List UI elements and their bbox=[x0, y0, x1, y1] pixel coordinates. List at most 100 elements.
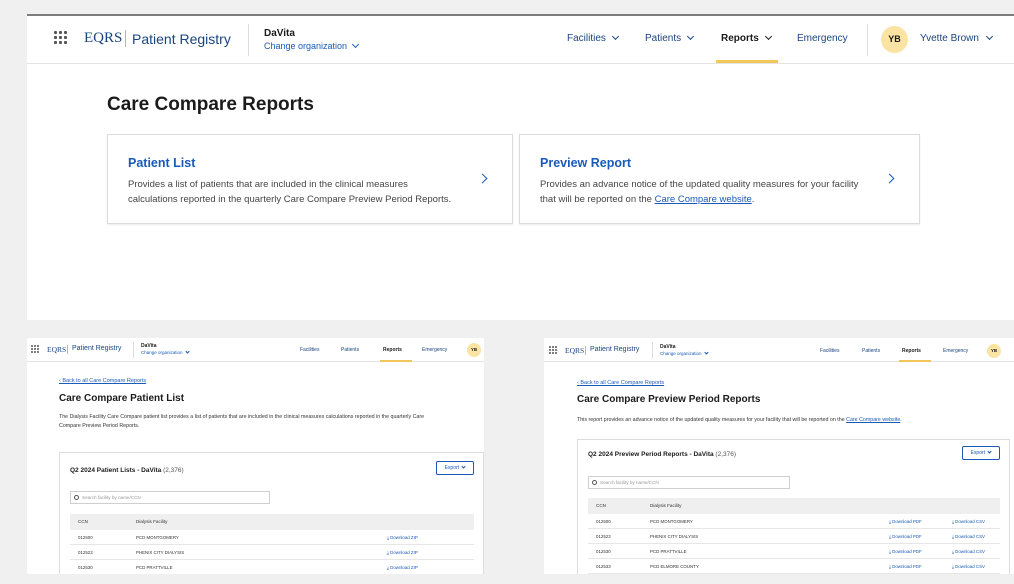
avatar[interactable]: YB bbox=[881, 26, 908, 53]
change-organization-label: Change organization bbox=[264, 41, 348, 51]
nav-reports[interactable]: Reports bbox=[902, 348, 921, 354]
download-csv-link[interactable]: ⤓ Download CSV bbox=[952, 549, 985, 554]
chevron-down-icon bbox=[764, 32, 772, 41]
nav-patients[interactable]: Patients bbox=[645, 32, 694, 44]
download-zip-link[interactable]: ⤓ Download ZIP bbox=[387, 565, 418, 570]
page-title: Care Compare Reports bbox=[107, 94, 314, 115]
eqrs-logo[interactable]: EQRS bbox=[47, 345, 66, 354]
page-description-text: This report provides an advance notice o… bbox=[577, 417, 847, 423]
app-header: EQRS Patient Registry DaVita Change orga… bbox=[27, 338, 484, 362]
patient-list-card[interactable]: Patient List Provides a list of patients… bbox=[107, 134, 513, 224]
change-organization-link[interactable]: Change organization bbox=[264, 40, 359, 51]
app-grid-icon[interactable] bbox=[31, 345, 39, 353]
search-input[interactable]: Search facility by name/CCN bbox=[70, 491, 270, 504]
patient-list-card-description: Provides a list of patients that are inc… bbox=[128, 177, 451, 207]
preview-report-card[interactable]: Preview Report Provides an advance notic… bbox=[519, 134, 920, 224]
app-grid-icon[interactable] bbox=[54, 31, 67, 44]
download-zip-link[interactable]: ⤓ Download ZIP bbox=[387, 550, 418, 555]
row-ccn: 012523 bbox=[596, 534, 611, 539]
nav-patients[interactable]: Patients bbox=[341, 347, 359, 353]
product-name: Patient Registry bbox=[590, 346, 640, 353]
eqrs-logo[interactable]: EQRS bbox=[84, 30, 122, 47]
download-csv-link[interactable]: ⤓ Download CSV bbox=[952, 564, 985, 569]
org-name: DaVita bbox=[264, 28, 295, 39]
table-row: 012523 PHENIX CITY DIALYSIS ⤓ Download P… bbox=[588, 529, 1000, 544]
chevron-down-icon bbox=[985, 32, 993, 41]
brand-divider bbox=[125, 30, 126, 47]
care-compare-website-link[interactable]: Care Compare website bbox=[655, 194, 752, 205]
export-label: Export bbox=[444, 465, 460, 471]
header-divider bbox=[133, 342, 134, 358]
chevron-down-icon bbox=[185, 349, 190, 354]
preview-report-card-description: Provides an advance notice of the update… bbox=[540, 177, 858, 207]
panel-title-text: Q2 2024 Patient Lists - DaVita bbox=[70, 467, 162, 474]
table-header: CCN Dialysis Facility bbox=[70, 514, 474, 530]
back-to-reports-link[interactable]: ‹ Back to all Care Compare Reports bbox=[577, 380, 664, 386]
column-header-ccn[interactable]: CCN bbox=[596, 503, 606, 508]
card-desc-text: that will be reported on the bbox=[540, 194, 655, 205]
nav-facilities[interactable]: Facilities bbox=[300, 347, 319, 353]
nav-reports[interactable]: Reports bbox=[721, 32, 772, 44]
row-facility: PCD PRATTVILLE bbox=[650, 549, 687, 554]
preview-report-screenshot: EQRS Patient Registry DaVita Change orga… bbox=[544, 338, 1014, 574]
row-ccn: 012500 bbox=[596, 519, 611, 524]
main-screenshot: EQRS Patient Registry DaVita Change orga… bbox=[27, 14, 1014, 320]
chevron-right-icon bbox=[884, 173, 895, 184]
patient-list-card-title: Patient List bbox=[128, 156, 196, 170]
back-to-reports-label: Back to all Care Compare Reports bbox=[62, 378, 147, 384]
nav-reports[interactable]: Reports bbox=[383, 347, 402, 353]
download-csv-link[interactable]: ⤓ Download CSV bbox=[952, 519, 985, 524]
nav-emergency[interactable]: Emergency bbox=[422, 347, 447, 353]
patient-list-screenshot: EQRS Patient Registry DaVita Change orga… bbox=[27, 338, 484, 574]
download-pdf-label: Download PDF bbox=[892, 534, 922, 539]
download-csv-link[interactable]: ⤓ Download CSV bbox=[952, 534, 985, 539]
column-header-ccn[interactable]: CCN bbox=[78, 519, 88, 524]
download-pdf-label: Download PDF bbox=[892, 564, 922, 569]
download-pdf-link[interactable]: ⤓ Download PDF bbox=[889, 519, 922, 524]
nav-active-indicator bbox=[716, 60, 778, 63]
download-zip-link[interactable]: ⤓ Download ZIP bbox=[387, 535, 418, 540]
care-compare-website-link[interactable]: Care Compare website bbox=[846, 417, 900, 423]
nav-facilities[interactable]: Facilities bbox=[567, 32, 619, 44]
export-button[interactable]: Export bbox=[436, 461, 474, 475]
row-facility: PHENIX CITY DIALYSIS bbox=[136, 550, 185, 555]
avatar[interactable]: YB bbox=[467, 343, 481, 357]
column-header-facility[interactable]: Dialysis Facility bbox=[136, 519, 167, 524]
app-grid-icon[interactable] bbox=[549, 346, 557, 354]
table-row: 012500 PCD MONTGOMERY ⤓ Download PDF ⤓ D… bbox=[588, 514, 1000, 529]
back-to-reports-link[interactable]: ‹ Back to all Care Compare Reports bbox=[59, 378, 146, 384]
download-csv-label: Download CSV bbox=[955, 534, 985, 539]
row-facility: PCD MONTGOMERY bbox=[650, 519, 693, 524]
patient-list-panel: Q2 2024 Patient Lists - DaVita (2,376) E… bbox=[59, 452, 484, 574]
export-button[interactable]: Export bbox=[962, 446, 1000, 460]
table-row: 012530 PCD PRATTVILLE ⤓ Download ZIP bbox=[70, 560, 474, 574]
nav-facilities-label: Facilities bbox=[567, 33, 606, 44]
user-menu[interactable]: Yvette Brown bbox=[920, 32, 993, 44]
panel-title: Q2 2024 Preview Period Reports - DaVita … bbox=[588, 451, 736, 458]
column-header-facility[interactable]: Dialysis Facility bbox=[650, 503, 681, 508]
change-organization-link[interactable]: Change organization bbox=[660, 350, 709, 356]
nav-emergency[interactable]: Emergency bbox=[797, 33, 848, 44]
chevron-down-icon bbox=[686, 32, 694, 41]
nav-facilities[interactable]: Facilities bbox=[820, 348, 839, 354]
page-title: Care Compare Preview Period Reports bbox=[577, 394, 761, 405]
download-pdf-link[interactable]: ⤓ Download PDF bbox=[889, 564, 922, 569]
search-input[interactable]: Search facility by name/CCN bbox=[588, 476, 790, 489]
page-description-text: . bbox=[900, 417, 902, 423]
download-pdf-label: Download PDF bbox=[892, 549, 922, 554]
row-ccn: 012530 bbox=[78, 565, 93, 570]
chevron-down-icon bbox=[461, 464, 467, 469]
nav-patients[interactable]: Patients bbox=[862, 348, 880, 354]
download-pdf-link[interactable]: ⤓ Download PDF bbox=[889, 549, 922, 554]
avatar[interactable]: YB bbox=[987, 344, 1001, 358]
brand-divider bbox=[585, 346, 586, 355]
eqrs-logo[interactable]: EQRS bbox=[565, 346, 584, 355]
change-organization-link[interactable]: Change organization bbox=[141, 349, 190, 355]
download-pdf-link[interactable]: ⤓ Download PDF bbox=[889, 534, 922, 539]
brand-divider bbox=[67, 345, 68, 354]
org-name: DaVita bbox=[141, 343, 157, 349]
nav-emergency[interactable]: Emergency bbox=[943, 348, 968, 354]
download-zip-label: Download ZIP bbox=[390, 565, 418, 570]
user-name: Yvette Brown bbox=[920, 33, 979, 44]
table-header: CCN Dialysis Facility bbox=[588, 498, 1000, 514]
